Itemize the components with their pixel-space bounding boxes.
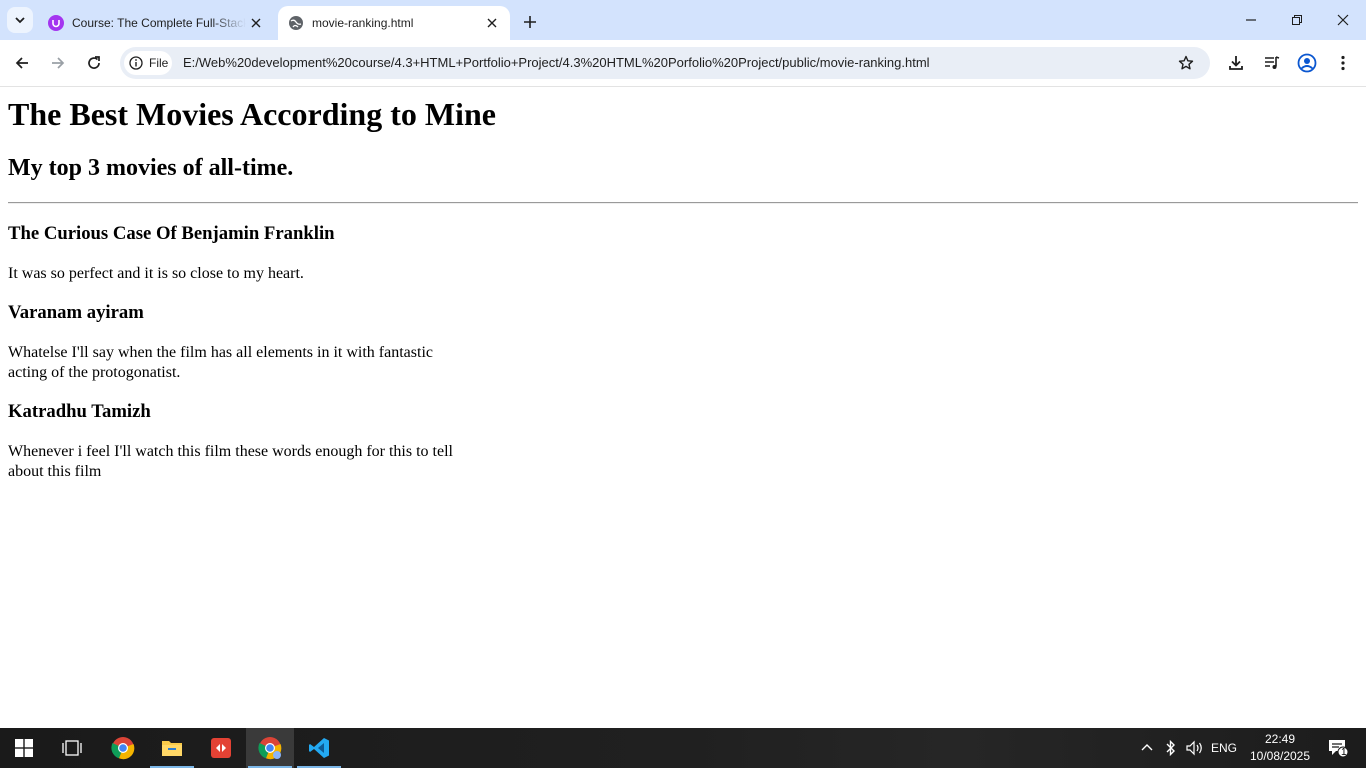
media-controls-button[interactable]	[1261, 52, 1283, 74]
volume-button[interactable]	[1183, 728, 1207, 768]
movie-review: Whatelse I'll say when the film has all …	[8, 344, 433, 381]
tab-search-button[interactable]	[7, 7, 33, 33]
divider	[8, 202, 1358, 204]
tab-title: movie-ranking.html	[312, 16, 414, 30]
new-tab-button[interactable]	[518, 10, 542, 34]
info-icon	[129, 56, 143, 70]
minimize-button[interactable]	[1228, 0, 1274, 40]
restore-button[interactable]	[1274, 0, 1320, 40]
page-title: The Best Movies According to Mine	[8, 96, 496, 132]
download-icon	[1229, 56, 1243, 70]
task-view-button[interactable]	[48, 728, 96, 768]
star-icon	[1178, 55, 1194, 70]
forward-button[interactable]	[45, 50, 71, 76]
windows-taskbar: ENG 22:49 10/08/2025 1	[0, 728, 1366, 768]
windows-logo-icon	[15, 739, 33, 757]
tab-title: Course: The Complete Full-Stack Web Deve…	[72, 16, 246, 30]
bookmark-button[interactable]	[1176, 53, 1196, 73]
chip-label: File	[149, 56, 169, 70]
taskbar-vscode[interactable]	[295, 728, 343, 768]
close-icon[interactable]	[246, 13, 266, 33]
url-text[interactable]: E:/Web%20development%20course/4.3+HTML+P…	[183, 47, 930, 79]
movie-title: Katradhu Tamizh	[8, 401, 151, 422]
chevron-up-icon	[1141, 744, 1153, 751]
reload-icon	[88, 56, 100, 69]
close-icon[interactable]	[482, 13, 502, 33]
page-content: The Best Movies According to Mine My top…	[0, 87, 1366, 728]
back-button[interactable]	[9, 50, 35, 76]
arrow-right-icon	[52, 57, 65, 69]
downloads-button[interactable]	[1225, 52, 1247, 74]
minimize-icon	[1246, 19, 1256, 21]
profile-icon	[1297, 53, 1317, 73]
address-bar[interactable]: File E:/Web%20development%20course/4.3+H…	[120, 47, 1210, 79]
tab-course[interactable]: Course: The Complete Full-Stack Web Deve…	[40, 6, 274, 40]
bluetooth-button[interactable]	[1160, 728, 1182, 768]
speaker-icon	[1186, 740, 1202, 756]
chrome-icon	[111, 737, 135, 760]
chrome-icon	[258, 737, 282, 760]
browser-toolbar: File E:/Web%20development%20course/4.3+H…	[0, 40, 1366, 87]
start-button[interactable]	[0, 728, 48, 768]
close-window-button[interactable]	[1320, 0, 1366, 40]
restore-icon	[1292, 15, 1302, 25]
show-hidden-icons-button[interactable]	[1136, 728, 1158, 768]
playlist-icon	[1265, 56, 1280, 69]
folder-icon	[162, 741, 182, 756]
arrow-left-icon	[15, 57, 28, 69]
clock-date: 10/08/2025	[1249, 749, 1311, 763]
vscode-icon	[309, 738, 329, 758]
page-subtitle: My top 3 movies of all-time.	[8, 155, 294, 181]
site-info-chip[interactable]: File	[124, 51, 172, 75]
bluetooth-icon	[1166, 740, 1175, 756]
taskbar-app[interactable]	[197, 728, 245, 768]
tab-strip: Course: The Complete Full-Stack Web Deve…	[0, 0, 1366, 40]
more-vert-icon	[1341, 55, 1345, 71]
movie-review: It was so perfect and it is so close to …	[8, 265, 304, 282]
reload-button[interactable]	[81, 50, 107, 76]
chevron-down-icon	[15, 17, 25, 24]
globe-icon	[288, 15, 304, 31]
tab-movie-ranking[interactable]: movie-ranking.html	[278, 6, 510, 40]
movie-title: The Curious Case Of Benjamin Franklin	[8, 223, 335, 244]
taskbar-file-explorer[interactable]	[148, 728, 196, 768]
taskbar-chrome[interactable]	[99, 728, 147, 768]
notification-count-badge: 1	[1341, 747, 1347, 758]
notification-center-button[interactable]: 1	[1320, 728, 1356, 768]
app-icon	[211, 738, 231, 758]
udemy-icon	[48, 15, 64, 31]
clock[interactable]: 22:49 10/08/2025	[1240, 731, 1320, 765]
menu-button[interactable]	[1332, 52, 1354, 74]
profile-button[interactable]	[1296, 52, 1318, 74]
movie-review: Whenever i feel I'll watch this film the…	[8, 443, 453, 480]
language-indicator[interactable]: ENG	[1208, 728, 1240, 768]
taskbar-chrome-active[interactable]	[246, 728, 294, 768]
task-view-icon	[62, 740, 82, 756]
close-icon	[1337, 14, 1349, 26]
plus-icon	[524, 16, 536, 28]
clock-time: 22:49	[1264, 732, 1296, 746]
movie-title: Varanam ayiram	[8, 302, 144, 323]
